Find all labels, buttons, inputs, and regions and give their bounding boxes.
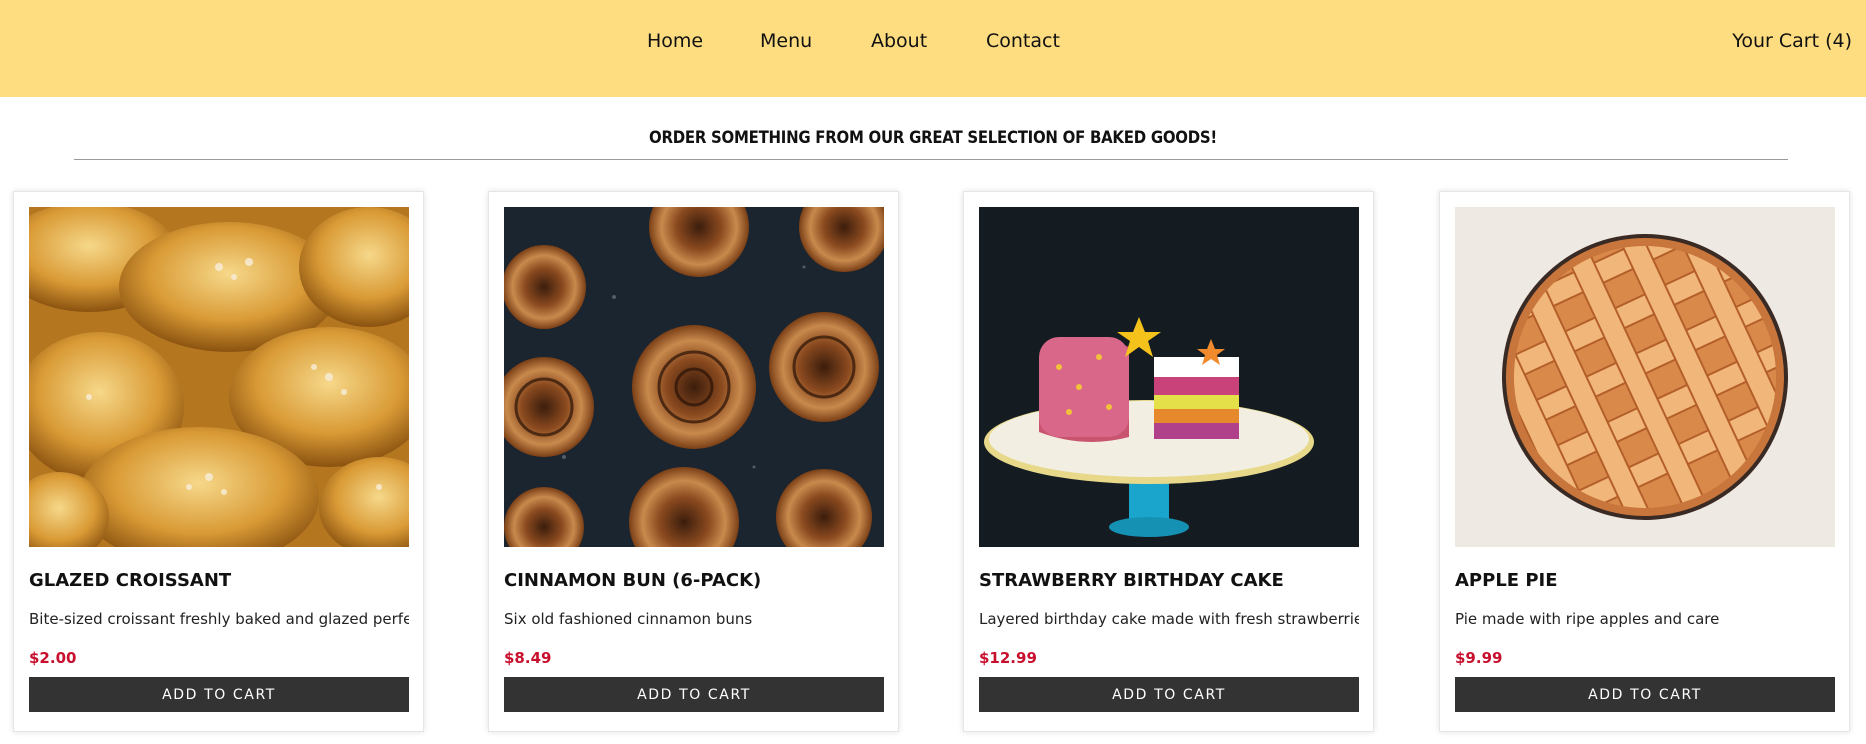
product-card-strawberry-cake: STRAWBERRY BIRTHDAY CAKE Layered birthda… — [963, 191, 1374, 732]
product-price: $9.99 — [1455, 649, 1503, 667]
product-description: Pie made with ripe apples and care — [1455, 610, 1720, 628]
heading-divider — [74, 159, 1788, 160]
product-card-glazed-croissant: GLAZED CROISSANT Bite-sized croissant fr… — [13, 191, 424, 732]
add-to-cart-button[interactable]: ADD TO CART — [504, 677, 884, 712]
birthday-cake-photo — [979, 207, 1359, 547]
cinnamon-bun-photo — [504, 207, 884, 547]
product-description: Layered birthday cake made with fresh st… — [979, 610, 1359, 628]
add-to-cart-button[interactable]: ADD TO CART — [29, 677, 409, 712]
add-to-cart-button[interactable]: ADD TO CART — [1455, 677, 1835, 712]
nav-link-contact[interactable]: Contact — [986, 30, 1060, 52]
cart-link[interactable]: Your Cart (4) — [1732, 30, 1852, 52]
apple-pie-photo — [1455, 207, 1835, 547]
product-card-apple-pie: APPLE PIE Pie made with ripe apples and … — [1439, 191, 1850, 732]
product-description: Bite-sized croissant freshly baked and g… — [29, 610, 409, 628]
product-title: APPLE PIE — [1455, 570, 1558, 591]
nav-link-home[interactable]: Home — [647, 30, 703, 52]
product-image-cinnamon-bun — [504, 207, 884, 547]
croissant-photo — [29, 207, 409, 547]
product-price: $8.49 — [504, 649, 552, 667]
product-title: CINNAMON BUN (6-PACK) — [504, 570, 762, 591]
product-image-apple-pie — [1455, 207, 1835, 547]
product-title: STRAWBERRY BIRTHDAY CAKE — [979, 570, 1284, 591]
nav-link-menu[interactable]: Menu — [760, 30, 812, 52]
product-title: GLAZED CROISSANT — [29, 570, 232, 591]
product-image-croissant — [29, 207, 409, 547]
add-to-cart-button[interactable]: ADD TO CART — [979, 677, 1359, 712]
product-description: Six old fashioned cinnamon buns — [504, 610, 753, 628]
main-nav: Home Menu About Contact — [0, 0, 1866, 97]
page-heading: ORDER SOMETHING FROM OUR GREAT SELECTION… — [649, 128, 1217, 148]
product-image-birthday-cake — [979, 207, 1359, 547]
product-price: $12.99 — [979, 649, 1037, 667]
product-card-cinnamon-bun: CINNAMON BUN (6-PACK) Six old fashioned … — [488, 191, 899, 732]
nav-link-about[interactable]: About — [871, 30, 927, 52]
top-navigation-bar: Home Menu About Contact Your Cart (4) — [0, 0, 1866, 97]
product-price: $2.00 — [29, 649, 77, 667]
